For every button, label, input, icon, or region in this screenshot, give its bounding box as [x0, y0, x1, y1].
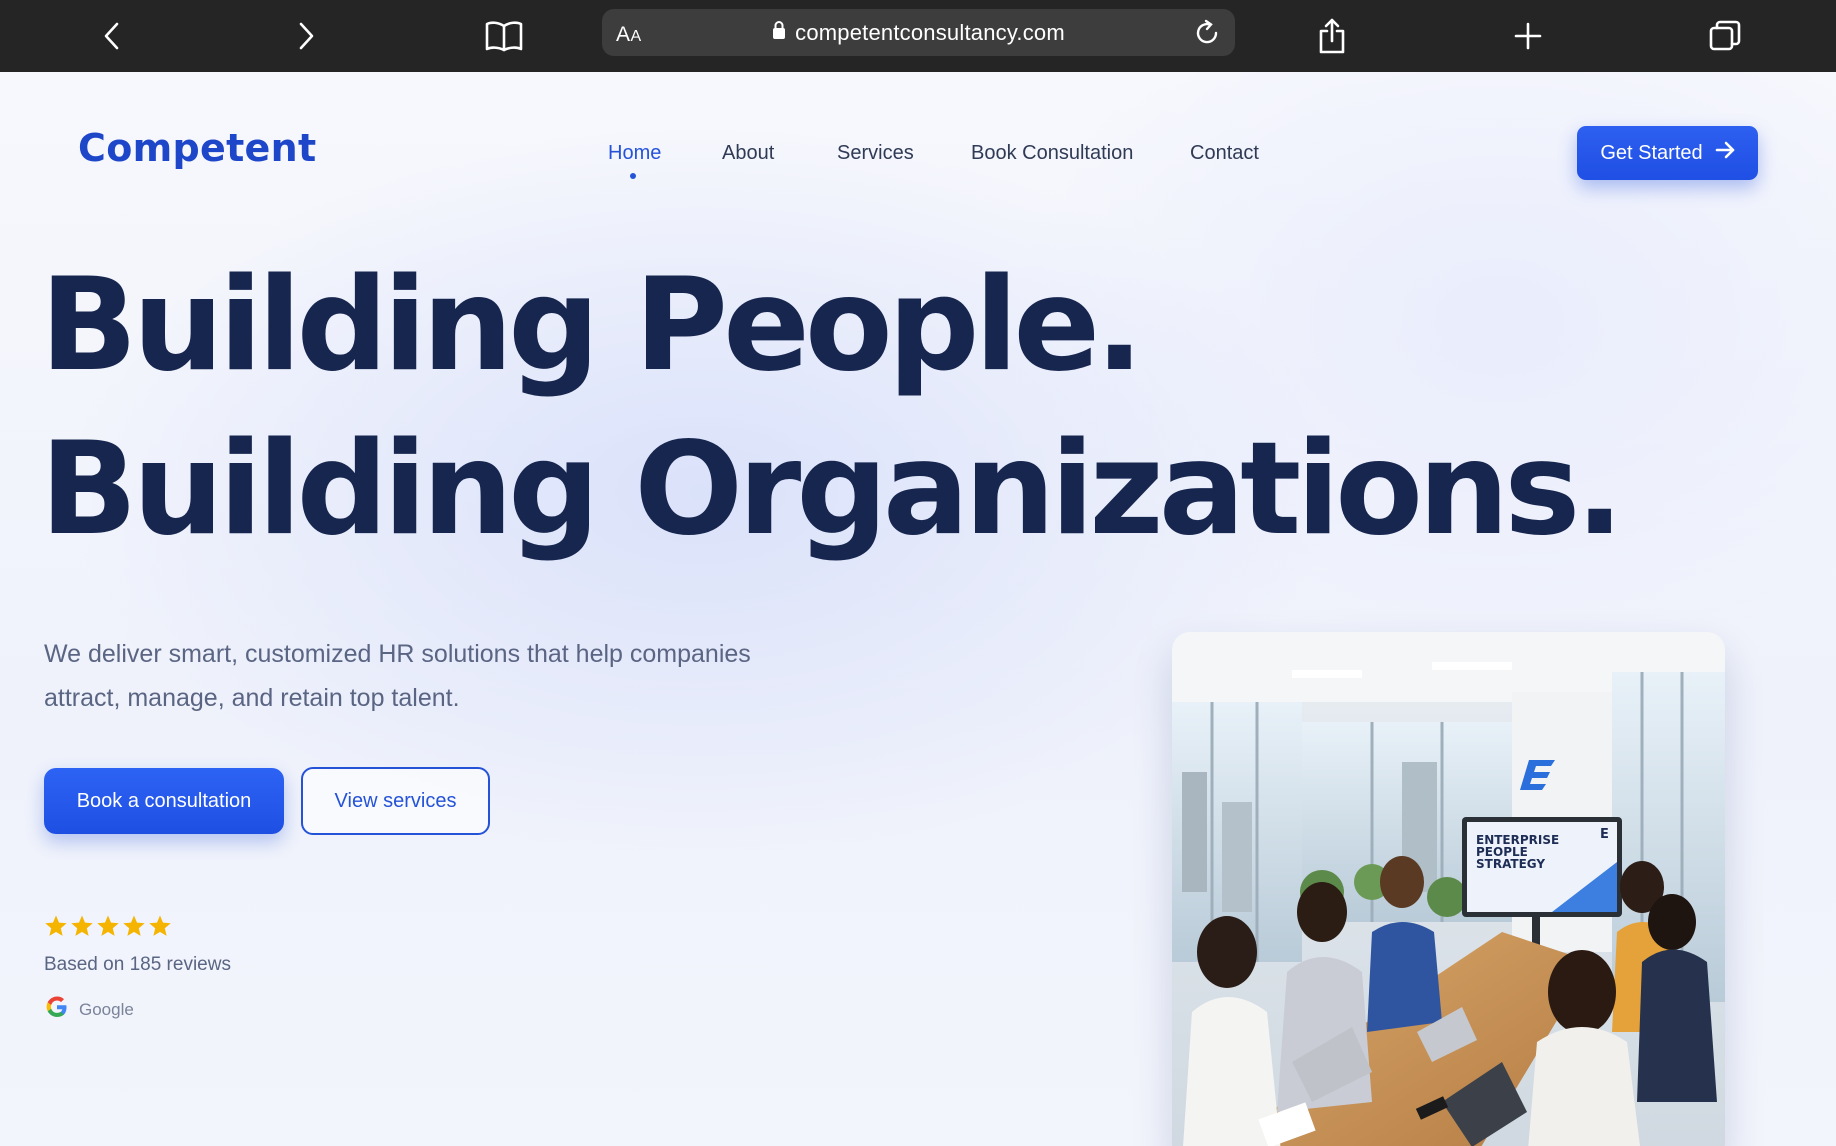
get-started-button[interactable]: Get Started [1577, 126, 1758, 180]
star-icon [122, 914, 146, 938]
address-bar[interactable]: AA competentconsultancy.com [602, 9, 1235, 56]
star-icon [148, 914, 172, 938]
view-services-button[interactable]: View services [301, 767, 490, 835]
site-logo[interactable]: Competent [78, 126, 316, 170]
active-nav-indicator [630, 173, 636, 179]
reload-icon[interactable] [1189, 15, 1225, 51]
nav-home[interactable]: Home [608, 142, 661, 165]
headline-line-1: Building People. [40, 251, 1144, 400]
google-icon [44, 994, 70, 1025]
tabs-overview-icon[interactable] [1701, 12, 1749, 60]
nav-contact[interactable]: Contact [1190, 142, 1259, 165]
star-icon [44, 914, 68, 938]
bookmarks-icon[interactable] [480, 12, 528, 60]
new-tab-icon[interactable] [1504, 12, 1552, 60]
svg-text:E: E [1600, 827, 1609, 842]
star-rating [44, 914, 172, 938]
url-text: competentconsultancy.com [795, 19, 1065, 45]
arrow-right-icon [1715, 141, 1735, 165]
svg-text:STRATEGY: STRATEGY [1476, 857, 1545, 871]
headline-line-2: Building Organizations. [40, 415, 1624, 564]
back-icon[interactable] [88, 12, 136, 60]
nav-about[interactable]: About [722, 142, 774, 165]
book-consultation-button[interactable]: Book a consultation [44, 768, 284, 834]
google-label: Google [79, 999, 134, 1019]
nav-services[interactable]: Services [837, 142, 914, 165]
reviews-count: Based on 185 reviews [44, 954, 231, 975]
hero-meeting-photo: ENTERPRISE PEOPLE STRATEGY E [1172, 632, 1725, 1146]
review-source: Google [44, 994, 134, 1025]
hero-subtext: We deliver smart, customized HR solution… [44, 640, 751, 712]
share-icon[interactable] [1308, 12, 1356, 60]
browser-toolbar: AA competentconsultancy.com [0, 0, 1836, 72]
hero-headline: Building People. Building Organizations. [40, 244, 1624, 572]
lock-icon [772, 20, 786, 45]
star-icon [96, 914, 120, 938]
forward-icon[interactable] [282, 12, 330, 60]
nav-book-consultation[interactable]: Book Consultation [971, 142, 1133, 165]
star-icon [70, 914, 94, 938]
web-page: Competent Home About Services Book Consu… [0, 72, 1836, 1146]
